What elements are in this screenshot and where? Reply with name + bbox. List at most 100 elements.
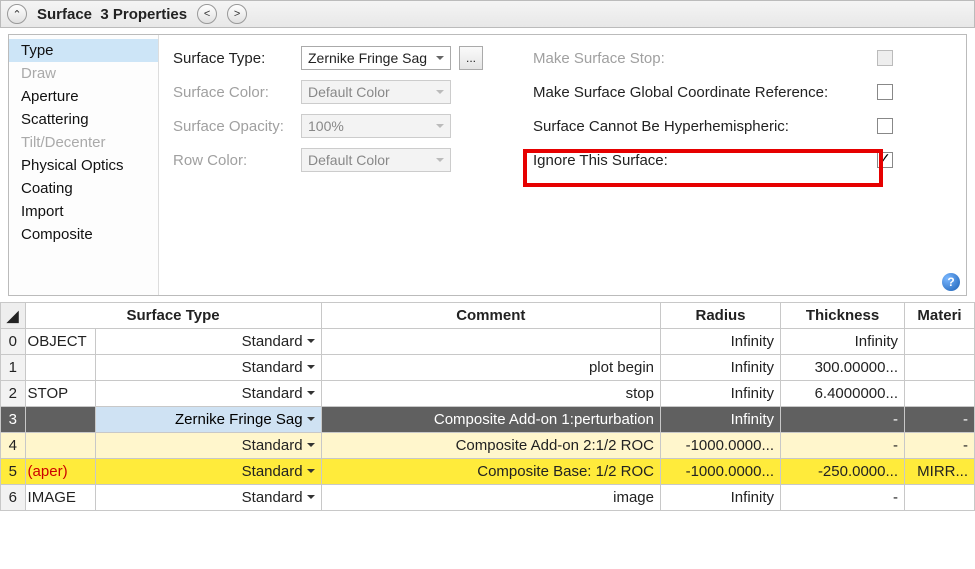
col-material[interactable]: Materi (905, 303, 975, 329)
table-row[interactable]: 0 OBJECT Standard Infinity Infinity (1, 329, 975, 355)
cell-surface-type[interactable]: Standard (95, 485, 321, 511)
prev-button[interactable]: < (197, 4, 217, 24)
cell-comment[interactable]: Composite Add-on 2:1/2 ROC (321, 433, 660, 459)
table-row[interactable]: 6 IMAGE Standard image Infinity - (1, 485, 975, 511)
cell-object[interactable]: OBJECT (25, 329, 95, 355)
cell-radius[interactable]: Infinity (661, 485, 781, 511)
chevron-down-icon[interactable] (307, 365, 315, 373)
collapse-icon[interactable]: ⌃ (7, 4, 27, 24)
cell-radius[interactable]: Infinity (661, 381, 781, 407)
properties-panel: Type Draw Aperture Scattering Tilt/Decen… (8, 34, 967, 296)
ignore-surface-label: Ignore This Surface: (533, 152, 668, 169)
hyper-checkbox[interactable] (877, 118, 893, 134)
make-stop-label: Make Surface Stop: (533, 50, 665, 67)
cell-object[interactable]: (aper) (25, 459, 95, 485)
col-surface-type[interactable]: Surface Type (25, 303, 321, 329)
cell-material[interactable]: MIRR... (905, 459, 975, 485)
table-row[interactable]: 3 Zernike Fringe Sag Composite Add-on 1:… (1, 407, 975, 433)
col-radius[interactable]: Radius (661, 303, 781, 329)
surface-opacity-select: 100% (301, 114, 451, 138)
nav-physical-optics[interactable]: Physical Optics (9, 154, 158, 177)
nav-composite[interactable]: Composite (9, 223, 158, 246)
cell-surface-type[interactable]: Standard (95, 329, 321, 355)
cell-material[interactable] (905, 381, 975, 407)
chevron-down-icon[interactable] (307, 391, 315, 399)
row-number[interactable]: 0 (1, 329, 26, 355)
surface-color-label: Surface Color: (173, 84, 293, 101)
surface-color-select: Default Color (301, 80, 451, 104)
make-stop-checkbox (877, 50, 893, 66)
table-corner[interactable]: ◢ (1, 303, 26, 329)
nav-type[interactable]: Type (9, 39, 158, 62)
nav-tilt-decenter: Tilt/Decenter (9, 131, 158, 154)
cell-thickness[interactable]: 6.4000000... (781, 381, 905, 407)
help-icon[interactable]: ? (942, 273, 960, 291)
row-number[interactable]: 3 (1, 407, 26, 433)
chevron-down-icon[interactable] (307, 495, 315, 503)
nav-scattering[interactable]: Scattering (9, 108, 158, 131)
nav-coating[interactable]: Coating (9, 177, 158, 200)
cell-surface-type[interactable]: Standard (95, 381, 321, 407)
col-comment[interactable]: Comment (321, 303, 660, 329)
cell-material[interactable]: - (905, 433, 975, 459)
cell-radius[interactable]: Infinity (661, 355, 781, 381)
row-color-label: Row Color: (173, 152, 293, 169)
table-row[interactable]: 5 (aper) Standard Composite Base: 1/2 RO… (1, 459, 975, 485)
cell-surface-type[interactable]: Zernike Fringe Sag (95, 407, 321, 433)
chevron-down-icon[interactable] (307, 339, 315, 347)
cell-radius[interactable]: Infinity (661, 329, 781, 355)
cell-material[interactable] (905, 355, 975, 381)
cell-surface-type[interactable]: Standard (95, 433, 321, 459)
nav-draw: Draw (9, 62, 158, 85)
cell-material[interactable] (905, 485, 975, 511)
make-global-checkbox[interactable] (877, 84, 893, 100)
properties-form: Surface Type: Zernike Fringe Sag ... Sur… (159, 35, 966, 295)
next-button[interactable]: > (227, 4, 247, 24)
chevron-down-icon[interactable] (307, 443, 315, 451)
cell-comment[interactable] (321, 329, 660, 355)
cell-object[interactable]: STOP (25, 381, 95, 407)
cell-material[interactable] (905, 329, 975, 355)
cell-surface-type[interactable]: Standard (95, 459, 321, 485)
cell-thickness[interactable]: 300.00000... (781, 355, 905, 381)
cell-thickness[interactable]: Infinity (781, 329, 905, 355)
row-number[interactable]: 4 (1, 433, 26, 459)
cell-comment[interactable]: image (321, 485, 660, 511)
cell-thickness[interactable]: -250.0000... (781, 459, 905, 485)
cell-object[interactable] (25, 355, 95, 381)
cell-radius[interactable]: -1000.0000... (661, 433, 781, 459)
cell-object[interactable]: IMAGE (25, 485, 95, 511)
cell-comment[interactable]: Composite Base: 1/2 ROC (321, 459, 660, 485)
nav-aperture[interactable]: Aperture (9, 85, 158, 108)
surface-type-select[interactable]: Zernike Fringe Sag (301, 46, 451, 70)
cell-surface-type[interactable]: Standard (95, 355, 321, 381)
header-title: Surface 3 Properties (37, 6, 187, 23)
cell-comment[interactable]: stop (321, 381, 660, 407)
row-number[interactable]: 5 (1, 459, 26, 485)
row-number[interactable]: 2 (1, 381, 26, 407)
surface-type-label: Surface Type: (173, 50, 293, 67)
cell-thickness[interactable]: - (781, 407, 905, 433)
chevron-down-icon[interactable] (307, 469, 315, 477)
nav-import[interactable]: Import (9, 200, 158, 223)
surface-type-more-button[interactable]: ... (459, 46, 483, 70)
cell-thickness[interactable]: - (781, 433, 905, 459)
cell-material[interactable]: - (905, 407, 975, 433)
cell-radius[interactable]: -1000.0000... (661, 459, 781, 485)
col-thickness[interactable]: Thickness (781, 303, 905, 329)
hyper-label: Surface Cannot Be Hyperhemispheric: (533, 118, 789, 135)
cell-comment[interactable]: plot begin (321, 355, 660, 381)
ignore-surface-checkbox[interactable] (877, 152, 893, 168)
surface-table: ◢ Surface Type Comment Radius Thickness … (0, 302, 975, 511)
table-row[interactable]: 1 Standard plot begin Infinity 300.00000… (1, 355, 975, 381)
cell-object[interactable] (25, 433, 95, 459)
chevron-down-icon[interactable] (307, 417, 315, 425)
table-row[interactable]: 2 STOP Standard stop Infinity 6.4000000.… (1, 381, 975, 407)
cell-radius[interactable]: Infinity (661, 407, 781, 433)
cell-comment[interactable]: Composite Add-on 1:perturbation (321, 407, 660, 433)
row-number[interactable]: 1 (1, 355, 26, 381)
table-row[interactable]: 4 Standard Composite Add-on 2:1/2 ROC -1… (1, 433, 975, 459)
row-number[interactable]: 6 (1, 485, 26, 511)
cell-thickness[interactable]: - (781, 485, 905, 511)
cell-object[interactable] (25, 407, 95, 433)
